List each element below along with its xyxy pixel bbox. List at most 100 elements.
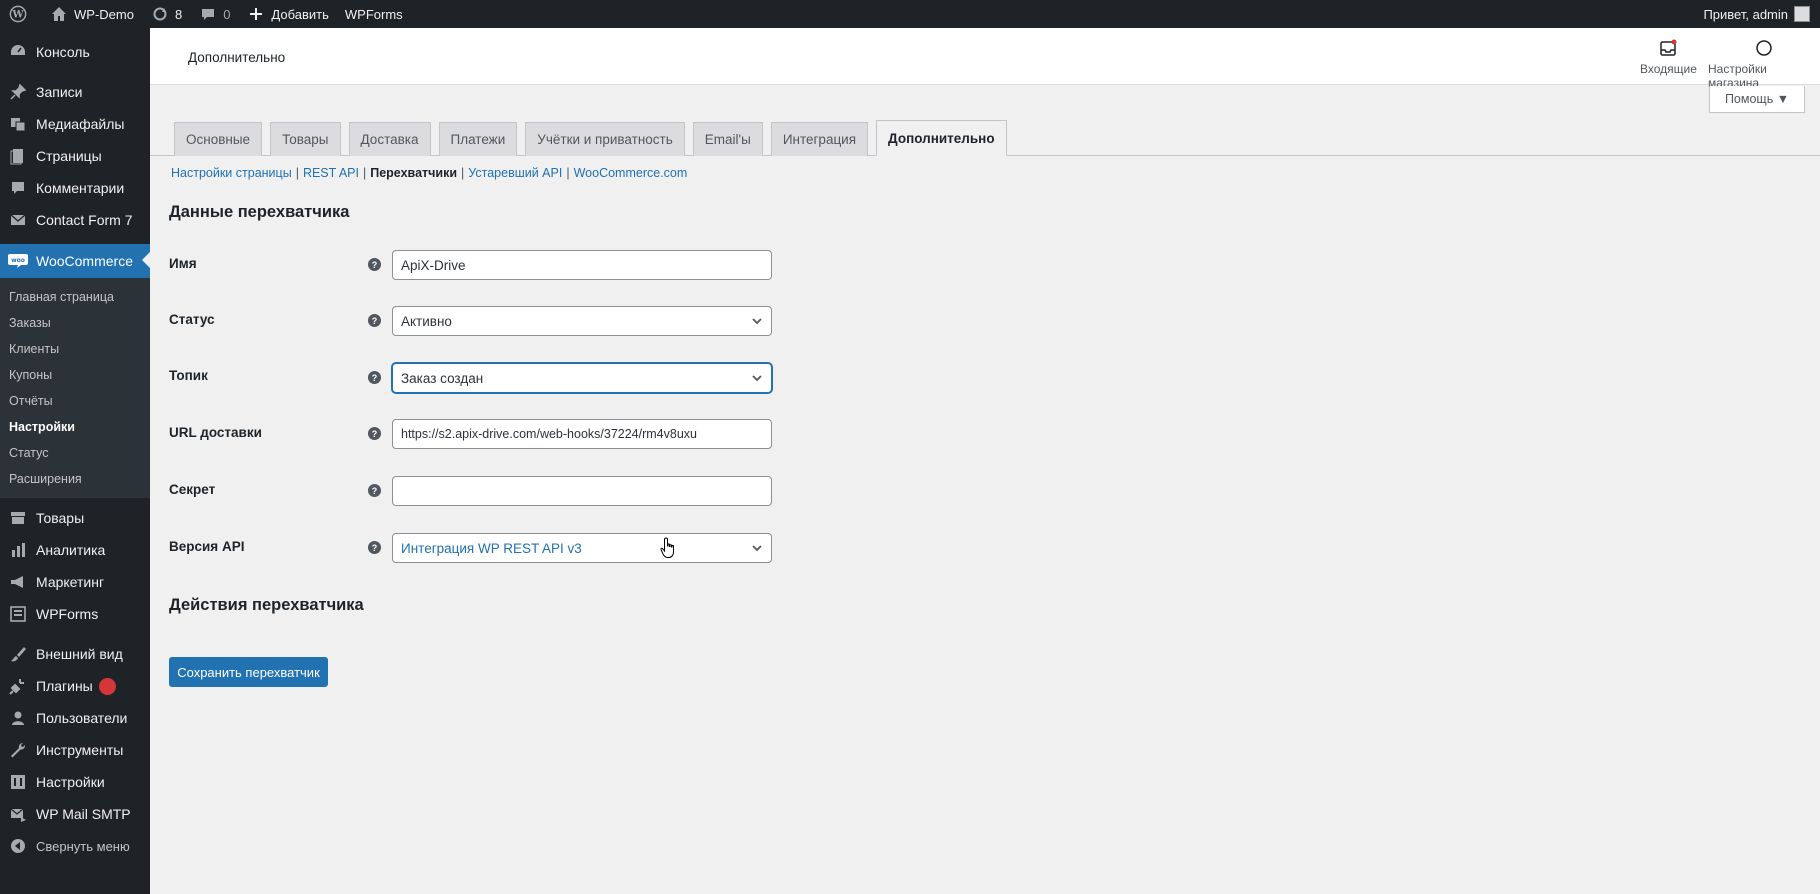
- settings-icon: [8, 772, 28, 792]
- menu-item-dashboard[interactable]: Консоль: [0, 32, 150, 72]
- subnav-separator: |: [566, 166, 570, 180]
- admin-bar: W WP-Demo 8 0 Добавить WPForms Привет, a…: [0, 0, 1820, 28]
- help-tip-icon[interactable]: ?: [368, 541, 381, 554]
- wpforms-label: WPForms: [344, 6, 403, 22]
- menu-item-settings[interactable]: Настройки: [0, 766, 150, 798]
- help-tip-icon[interactable]: ?: [368, 258, 381, 271]
- help-tip-icon[interactable]: ?: [368, 371, 381, 384]
- tab-payments[interactable]: Платежи: [438, 122, 518, 156]
- help-tip-icon[interactable]: ?: [368, 314, 381, 327]
- inbox-icon: [1658, 38, 1678, 58]
- tab-emails[interactable]: Email'ы: [692, 122, 763, 156]
- tab-general[interactable]: Основные: [174, 122, 263, 156]
- status-select[interactable]: Активно: [392, 306, 772, 336]
- updates-link[interactable]: 8: [142, 0, 190, 28]
- submenu-item-extensions[interactable]: Расширения: [0, 466, 150, 492]
- submenu-item-reports[interactable]: Отчёты: [0, 388, 150, 414]
- menu-label-appearance: Внешний вид: [36, 646, 123, 662]
- dashboard-icon: [8, 42, 28, 62]
- menu-item-users[interactable]: Пользователи: [0, 702, 150, 734]
- tab-products[interactable]: Товары: [270, 122, 341, 156]
- woocommerce-submenu: Главная страница Заказы Клиенты Купоны О…: [0, 278, 150, 498]
- collapse-menu-button[interactable]: Свернуть меню: [0, 830, 150, 862]
- comment-bubble-icon: [198, 4, 218, 24]
- chart-icon: [8, 540, 28, 560]
- subnav-separator: |: [461, 166, 465, 180]
- hand-cursor-icon: [660, 537, 678, 564]
- collapse-icon: [8, 836, 28, 856]
- add-new-label: Добавить: [271, 6, 329, 22]
- menu-item-wpforms[interactable]: WPForms: [0, 598, 150, 630]
- name-input[interactable]: ApiX-Drive: [392, 250, 772, 280]
- wpforms-link[interactable]: WPForms: [337, 0, 411, 28]
- delivery-url-input[interactable]: https://s2.apix-drive.com/web-hooks/3722…: [392, 419, 772, 449]
- topic-label: Топик: [169, 368, 208, 383]
- menu-item-plugins[interactable]: Плагины: [0, 670, 150, 702]
- tab-advanced[interactable]: Дополнительно: [876, 120, 1007, 156]
- menu-item-products[interactable]: Товары: [0, 502, 150, 534]
- menu-item-posts[interactable]: Записи: [0, 76, 150, 108]
- subnav-webhooks[interactable]: Перехватчики: [370, 166, 457, 180]
- menu-item-appearance[interactable]: Внешний вид: [0, 638, 150, 670]
- menu-item-wp-mail-smtp[interactable]: WP Mail SMTP: [0, 798, 150, 830]
- submenu-item-customers[interactable]: Клиенты: [0, 336, 150, 362]
- api-version-select-value: Интеграция WP REST API v3: [401, 540, 582, 556]
- menu-item-woocommerce[interactable]: woo WooCommerce: [0, 244, 150, 278]
- subnav-page-setup[interactable]: Настройки страницы: [171, 166, 292, 180]
- delivery-url-label: URL доставки: [169, 425, 262, 440]
- inbox-button[interactable]: Входящие: [1640, 38, 1697, 76]
- wordpress-logo-icon: W: [8, 4, 28, 24]
- submenu-item-home[interactable]: Главная страница: [0, 284, 150, 310]
- menu-item-tools[interactable]: Инструменты: [0, 734, 150, 766]
- add-new-link[interactable]: Добавить: [238, 0, 336, 28]
- subnav-woocommerce-com[interactable]: WooCommerce.com: [574, 166, 688, 180]
- site-name-link[interactable]: WP-Demo: [41, 0, 142, 28]
- menu-item-media[interactable]: Медиафайлы: [0, 108, 150, 140]
- avatar: [1794, 6, 1810, 22]
- api-version-select[interactable]: Интеграция WP REST API v3: [392, 533, 772, 563]
- submenu-item-status[interactable]: Статус: [0, 440, 150, 466]
- subnav-separator: |: [362, 166, 367, 180]
- submenu-item-coupons[interactable]: Купоны: [0, 362, 150, 388]
- submenu-item-settings[interactable]: Настройки: [0, 414, 150, 440]
- progress-circle-icon: [1754, 38, 1774, 58]
- menu-item-contact-form-7[interactable]: Contact Form 7: [0, 204, 150, 236]
- tab-shipping[interactable]: Доставка: [348, 122, 431, 156]
- subnav-rest-api[interactable]: REST API: [303, 166, 359, 180]
- help-button[interactable]: Помощь ▼: [1709, 86, 1805, 113]
- menu-item-marketing[interactable]: Маркетинг: [0, 566, 150, 598]
- tab-integration[interactable]: Интеграция: [770, 122, 869, 156]
- comments-link[interactable]: 0: [190, 0, 238, 28]
- help-tip-icon[interactable]: ?: [368, 484, 381, 497]
- help-tip-icon[interactable]: ?: [368, 427, 381, 440]
- subnav: Настройки страницы | REST API | Перехват…: [171, 166, 687, 180]
- plugin-icon: [8, 676, 28, 696]
- menu-label-comments: Комментарии: [36, 180, 125, 196]
- menu-item-analytics[interactable]: Аналитика: [0, 534, 150, 566]
- site-name: WP-Demo: [74, 6, 134, 22]
- comments-count: 0: [223, 6, 231, 22]
- menu-item-comments[interactable]: Комментарии: [0, 172, 150, 204]
- updates-count: 8: [174, 6, 183, 22]
- plugins-update-badge: [98, 677, 116, 695]
- subnav-legacy-api[interactable]: Устаревший API: [468, 166, 562, 180]
- my-account-link[interactable]: Привет, admin: [1703, 6, 1820, 22]
- topic-select[interactable]: Заказ создан: [392, 363, 772, 393]
- menu-label-dashboard: Консоль: [36, 44, 90, 60]
- menu-label-woocommerce: WooCommerce: [36, 253, 133, 269]
- status-select-value: Активно: [401, 313, 452, 329]
- wp-logo-button[interactable]: W: [0, 0, 41, 28]
- status-label: Статус: [169, 312, 215, 327]
- page-icon: [8, 146, 28, 166]
- menu-label-contact-form-7: Contact Form 7: [36, 212, 133, 228]
- save-webhook-button[interactable]: Сохранить перехватчик: [169, 657, 328, 687]
- plus-icon: [246, 4, 266, 24]
- tab-accounts-privacy[interactable]: Учётки и приватность: [525, 122, 685, 156]
- store-settings-button[interactable]: Настройки магазина: [1708, 38, 1820, 90]
- menu-item-pages[interactable]: Страницы: [0, 140, 150, 172]
- updates-icon: [150, 4, 170, 24]
- mail-send-icon: [8, 804, 28, 824]
- menu-label-pages: Страницы: [36, 148, 102, 164]
- secret-input[interactable]: [392, 476, 772, 506]
- submenu-item-orders[interactable]: Заказы: [0, 310, 150, 336]
